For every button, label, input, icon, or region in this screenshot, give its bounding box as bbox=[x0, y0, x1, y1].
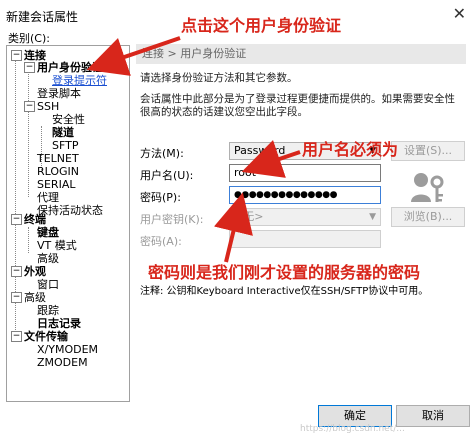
annotation-arrows bbox=[86, 36, 301, 263]
annotation-username: 用户名必须为 bbox=[302, 140, 399, 159]
annotation-password: 密码则是我们刚才设置的服务器的密码 bbox=[148, 263, 421, 282]
annotation-user-auth: 点击这个用户身份验证 bbox=[181, 16, 342, 35]
